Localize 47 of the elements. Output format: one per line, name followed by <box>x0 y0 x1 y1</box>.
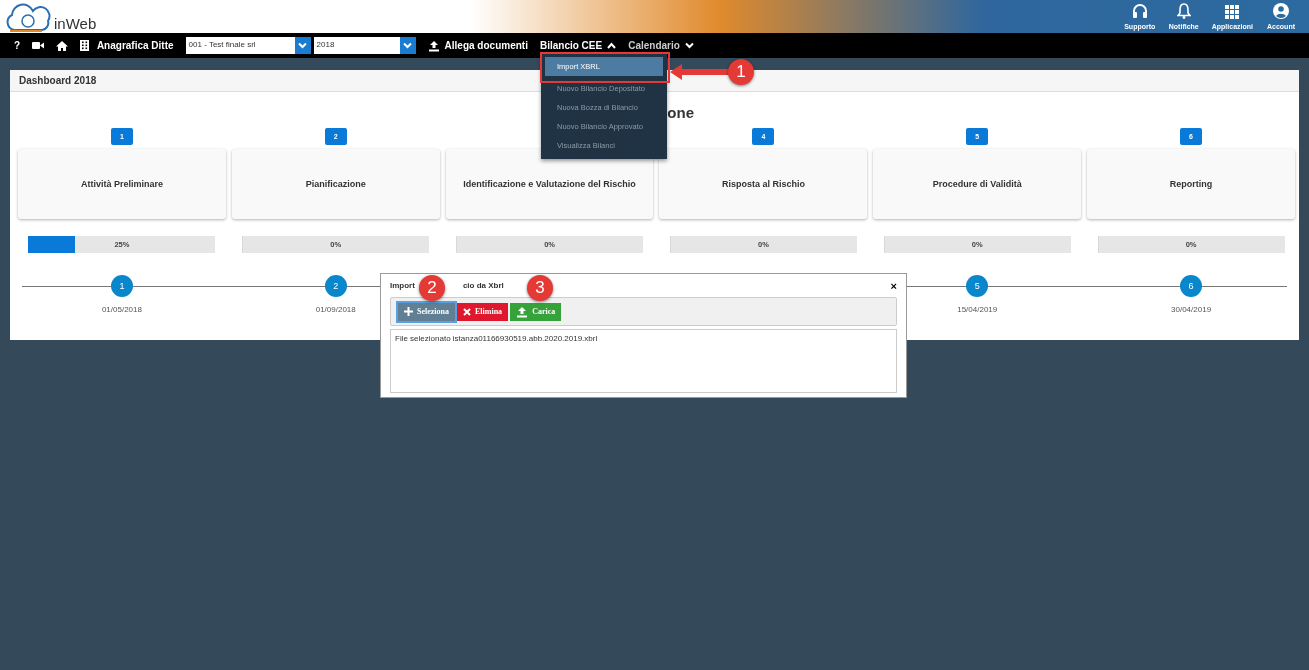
milestone-marker: 5 <box>966 275 989 297</box>
close-button[interactable]: × <box>890 279 897 292</box>
headset-icon <box>1131 3 1148 19</box>
stage-card[interactable]: Pianificazione <box>231 149 440 219</box>
select-button[interactable]: Seleziona <box>398 302 455 321</box>
file-message: File selezionato istanza01166930519.abb.2020.2019.xbrl <box>390 329 897 393</box>
stage-card[interactable]: Procedure di Validità <box>873 149 1082 219</box>
nav-menu[interactable]: Calendario <box>628 40 694 51</box>
caret-down-icon <box>298 42 308 49</box>
year-select[interactable]: 2018 <box>313 37 416 54</box>
help-button[interactable]: ? <box>14 40 21 51</box>
home-icon[interactable] <box>56 40 69 51</box>
step-callout: 1 <box>728 59 754 85</box>
stage-card[interactable]: Risposta al Rischio <box>659 149 868 219</box>
milestone-date: 30/04/2019 <box>1171 305 1212 314</box>
nav-menu[interactable]: Bilancio CEE <box>539 40 617 51</box>
pointer-arrow <box>668 62 730 82</box>
company-registry-link[interactable]: Anagrafica Ditte <box>80 40 174 51</box>
caret-down-icon <box>684 42 694 49</box>
video-camera-icon[interactable] <box>32 41 45 50</box>
upload-icon <box>427 39 440 52</box>
cloud-logo-icon <box>4 3 52 33</box>
dialog-title: Import <box>390 281 415 290</box>
building-icon <box>80 40 90 51</box>
milestone-date: 15/04/2019 <box>957 305 998 314</box>
caret-up-icon <box>607 42 617 49</box>
close-icon <box>463 307 471 316</box>
delete-button[interactable]: Elimina <box>457 302 509 321</box>
caret-down-icon <box>403 42 413 49</box>
dialog-title: cio da Xbrl <box>462 281 504 290</box>
app-name: inWeb <box>54 15 97 33</box>
stage-card[interactable]: Identificazione e Valutazione del Rischio <box>445 149 654 219</box>
dashboard-heading: one <box>667 104 694 121</box>
milestone-date: 01/09/2018 <box>315 305 356 314</box>
milestone-marker: 1 <box>110 275 133 297</box>
user-icon <box>1273 3 1289 19</box>
apps-grid-icon <box>1225 5 1240 19</box>
company-select[interactable]: 001 - Test finale srl <box>185 37 311 54</box>
plus-icon <box>404 307 413 316</box>
milestone-marker: 2 <box>324 275 347 297</box>
milestone-marker: 6 <box>1180 275 1203 297</box>
stage-card[interactable]: Reporting <box>1087 149 1295 219</box>
milestone-date: 01/05/2018 <box>101 305 142 314</box>
attach-documents-link[interactable]: Allega documenti <box>427 39 528 52</box>
upload-icon <box>516 305 529 318</box>
stage-card[interactable]: Attività Preliminare <box>18 149 226 219</box>
bell-icon <box>1176 3 1191 19</box>
